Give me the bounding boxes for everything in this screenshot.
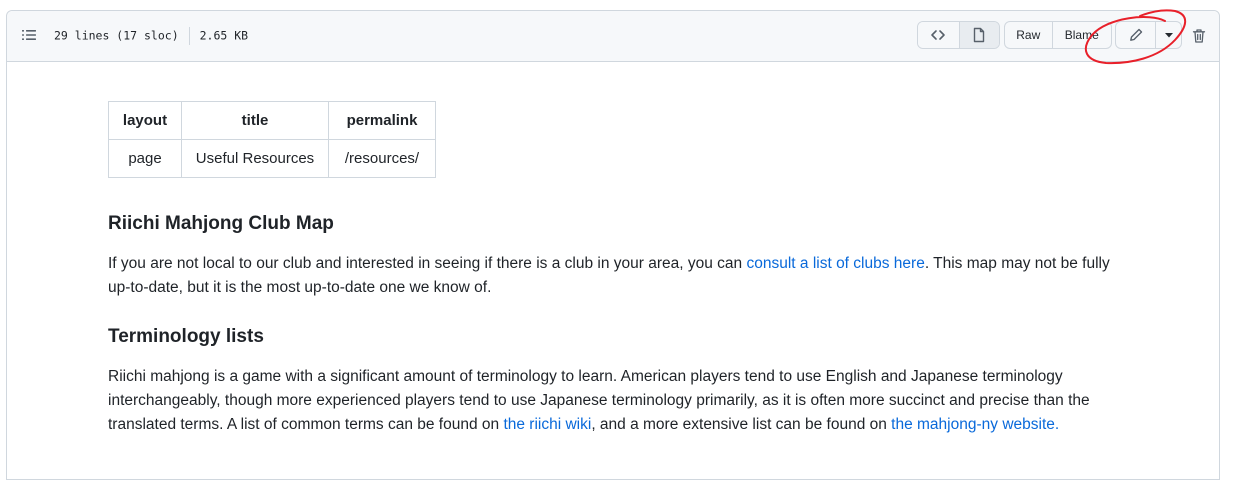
table-header-row: layout title permalink — [108, 101, 436, 140]
list-unordered-icon[interactable] — [21, 27, 39, 45]
triangle-down-icon — [1164, 31, 1174, 39]
meta-divider — [188, 27, 190, 45]
edit-button[interactable] — [1116, 22, 1155, 48]
terminology-paragraph: Riichi mahjong is a game with a signific… — [108, 365, 1128, 437]
file-size: 2.65 KB — [199, 28, 249, 43]
table-cell: /resources/ — [328, 139, 436, 178]
lines-info: 29 lines (17 sloc) — [54, 28, 179, 43]
edit-group — [1115, 21, 1182, 49]
club-map-paragraph: If you are not local to our club and int… — [108, 252, 1128, 300]
code-icon — [930, 27, 946, 43]
riichi-wiki-link[interactable]: the riichi wiki — [503, 416, 591, 433]
heading-club-map: Riichi Mahjong Club Map — [108, 213, 334, 234]
file-header: 29 lines (17 sloc) 2.65 KB Raw Blame — [7, 11, 1219, 62]
file-icon — [971, 27, 987, 43]
raw-button[interactable]: Raw — [1005, 22, 1052, 48]
heading-terminology: Terminology lists — [108, 326, 264, 347]
mahjong-ny-link[interactable]: the mahjong-ny website. — [891, 416, 1059, 433]
frontmatter-table: layout title permalink page Useful Resou… — [108, 101, 436, 178]
table-header-cell: title — [181, 101, 329, 140]
table-cell: Useful Resources — [181, 139, 329, 178]
paragraph-text: If you are not local to our club and int… — [108, 255, 747, 272]
view-toggle — [917, 21, 1000, 49]
code-view-button[interactable] — [918, 22, 959, 48]
table-row: page Useful Resources /resources/ — [108, 139, 436, 178]
file-meta: 29 lines (17 sloc) 2.65 KB — [54, 27, 248, 45]
table-header-cell: layout — [108, 101, 182, 140]
edit-more-button[interactable] — [1155, 22, 1181, 48]
paragraph-text: , and a more extensive list can be found… — [591, 416, 892, 433]
blame-button[interactable]: Blame — [1051, 22, 1111, 48]
trash-icon[interactable] — [1191, 28, 1207, 49]
file-view-box: 29 lines (17 sloc) 2.65 KB Raw Blame lay… — [6, 10, 1220, 480]
markdown-body: layout title permalink page Useful Resou… — [108, 101, 1128, 433]
raw-blame-group: Raw Blame — [1004, 21, 1112, 49]
preview-button[interactable] — [958, 22, 999, 48]
table-header-cell: permalink — [328, 101, 436, 140]
pencil-icon — [1128, 27, 1144, 43]
clubs-list-link[interactable]: consult a list of clubs here — [746, 255, 924, 272]
table-cell: page — [108, 139, 182, 178]
